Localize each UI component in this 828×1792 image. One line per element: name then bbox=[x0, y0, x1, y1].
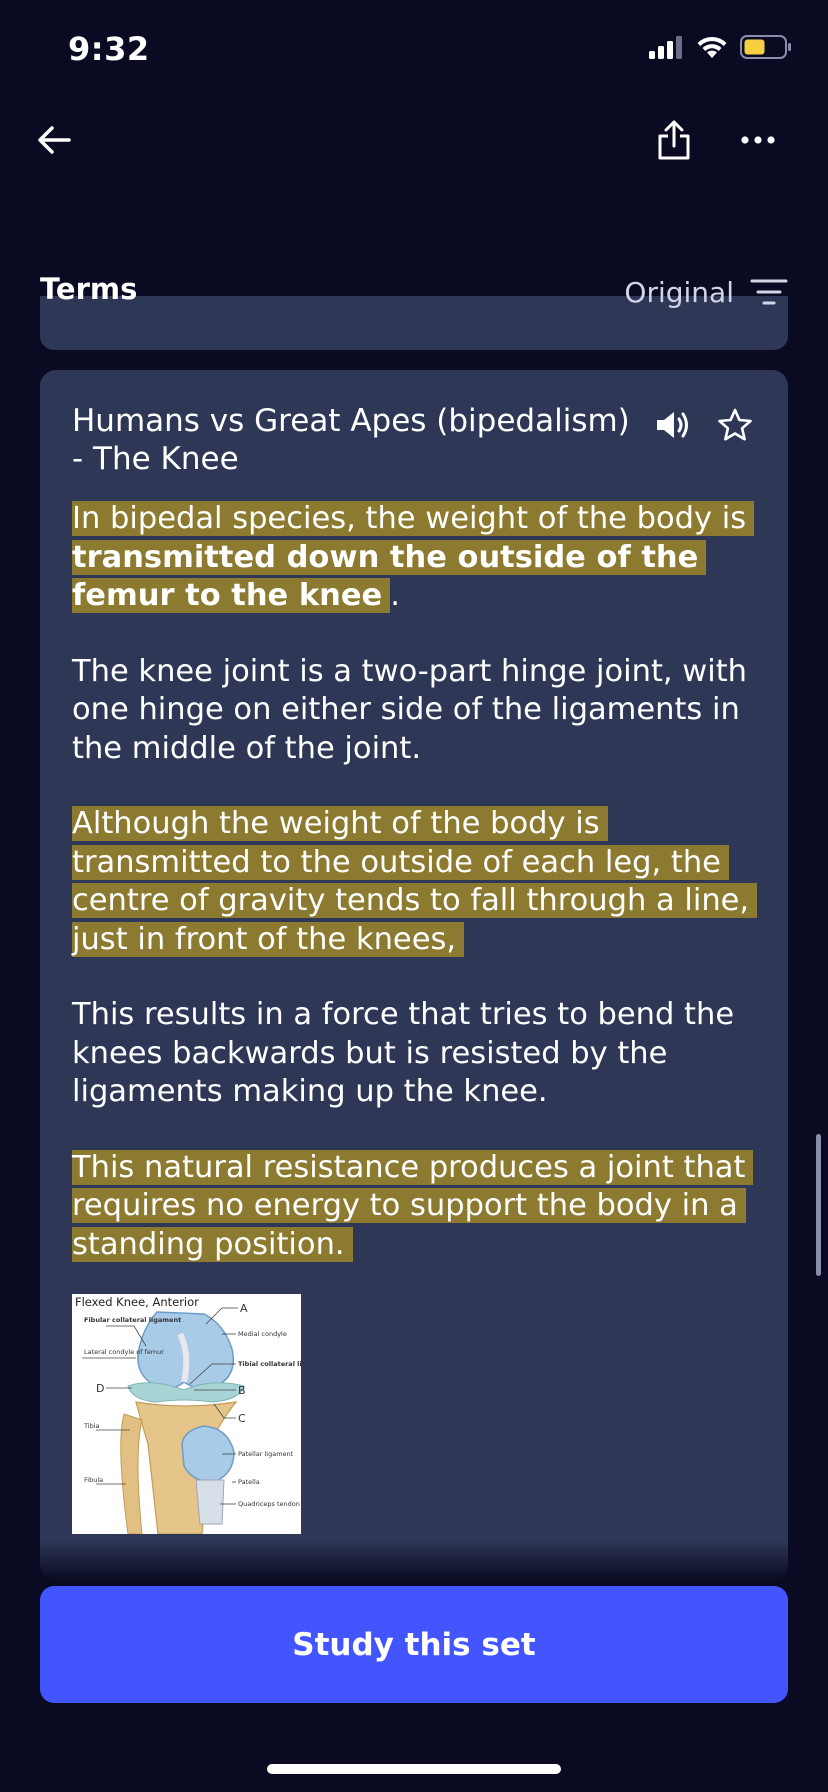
diagram-letter: A bbox=[240, 1302, 248, 1315]
share-icon bbox=[658, 120, 690, 160]
sort-label: Original bbox=[624, 275, 734, 309]
card-term: Humans vs Great Apes (bipedalism) - The … bbox=[72, 403, 630, 477]
knee-diagram-image[interactable]: Flexed Knee, Anterior Fibular collateral… bbox=[72, 1294, 330, 1535]
paragraph-end: . bbox=[390, 578, 400, 613]
audio-button[interactable] bbox=[648, 400, 698, 450]
definition-paragraph: This results in a force that tries to be… bbox=[72, 996, 762, 1112]
bottom-fade bbox=[0, 1540, 828, 1580]
more-options-button[interactable] bbox=[730, 112, 786, 168]
ellipsis-icon bbox=[741, 136, 775, 144]
card-definition: In bipedal species, the weight of the bo… bbox=[72, 500, 762, 1301]
paragraph-text: This results in a force that tries to be… bbox=[72, 997, 735, 1109]
terms-title: Terms bbox=[40, 272, 138, 306]
arrow-left-icon bbox=[38, 126, 71, 154]
definition-paragraph: The knee joint is a two-part hinge joint… bbox=[72, 653, 762, 769]
star-button[interactable] bbox=[710, 400, 760, 450]
diagram-label: Tibia bbox=[83, 1422, 100, 1430]
diagram-label: Quadriceps tendon bbox=[238, 1500, 300, 1508]
nav-bar bbox=[0, 100, 828, 180]
term-card: Humans vs Great Apes (bipedalism) - The … bbox=[40, 370, 788, 1580]
definition-paragraph: Although the weight of the body is trans… bbox=[72, 805, 762, 959]
diagram-label: Patella bbox=[238, 1478, 260, 1486]
bold-highlighted-text: transmitted down the outside of the femu… bbox=[72, 539, 699, 614]
speaker-icon bbox=[657, 412, 688, 438]
home-indicator[interactable] bbox=[267, 1764, 561, 1774]
cellular-signal-icon bbox=[649, 36, 682, 59]
definition-paragraph: This natural resistance produces a joint… bbox=[72, 1149, 762, 1265]
status-bar: 9:32 bbox=[0, 0, 828, 100]
diagram-label: Patellar ligament bbox=[238, 1450, 294, 1458]
diagram-label: Fibular collateral ligament bbox=[84, 1316, 181, 1324]
star-icon bbox=[718, 408, 752, 441]
share-button[interactable] bbox=[646, 112, 702, 168]
definition-paragraph: In bipedal species, the weight of the bo… bbox=[72, 500, 762, 616]
wifi-icon bbox=[697, 36, 727, 58]
back-button[interactable] bbox=[28, 114, 80, 166]
diagram-label: Tibial collateral ligament bbox=[238, 1360, 301, 1368]
diagram-label: Lateral condyle of femur bbox=[84, 1348, 164, 1356]
status-time: 9:32 bbox=[68, 30, 150, 68]
terms-header: Terms Original bbox=[40, 268, 788, 316]
diagram-title: Flexed Knee, Anterior bbox=[75, 1295, 199, 1309]
scroll-indicator[interactable] bbox=[816, 1134, 821, 1276]
highlighted-text: Although the weight of the body is trans… bbox=[72, 806, 758, 957]
study-this-set-button[interactable]: Study this set bbox=[40, 1586, 788, 1703]
diagram-letter: C bbox=[238, 1412, 246, 1425]
sort-control[interactable]: Original bbox=[624, 268, 788, 316]
highlighted-text: In bipedal species, the weight of the bo… bbox=[72, 501, 747, 536]
battery-icon bbox=[740, 35, 791, 59]
paragraph-text: The knee joint is a two-part hinge joint… bbox=[72, 653, 748, 766]
diagram-label: Fibula bbox=[84, 1476, 103, 1484]
filter-lines-icon bbox=[750, 279, 788, 305]
status-icons bbox=[648, 34, 792, 60]
diagram-letter: B bbox=[238, 1384, 246, 1397]
diagram-label: Medial condyle bbox=[238, 1330, 287, 1338]
diagram-letter: D bbox=[96, 1382, 104, 1395]
highlighted-text: This natural resistance produces a joint… bbox=[72, 1149, 754, 1262]
